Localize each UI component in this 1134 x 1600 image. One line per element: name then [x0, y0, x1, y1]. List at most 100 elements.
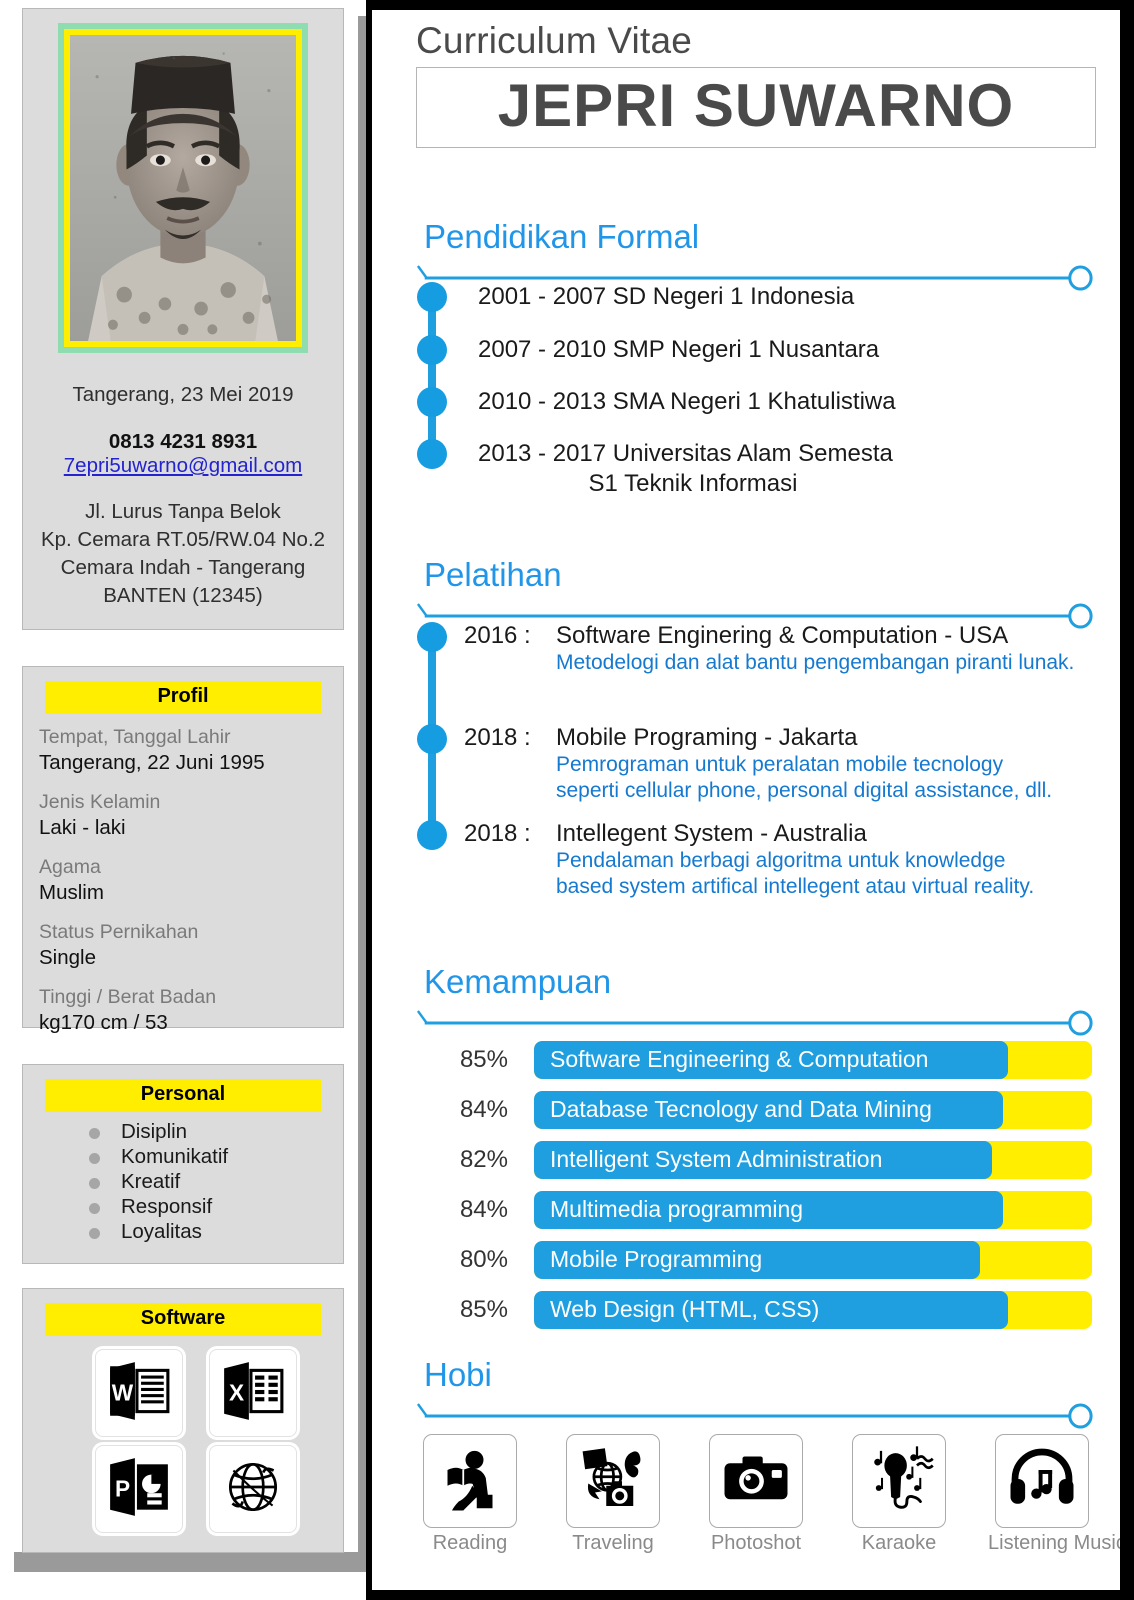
- list-item: Disiplin: [85, 1119, 228, 1144]
- skill-track: Mobile Programming: [534, 1241, 1092, 1279]
- skill-track: Multimedia programming: [534, 1191, 1092, 1229]
- hobby-item-reading: Reading: [416, 1434, 524, 1555]
- training-desc-line: seperti cellular phone, personal digital…: [556, 779, 1053, 802]
- skill-percent: 84%: [459, 1196, 508, 1223]
- hobby-item-karaoke: Karaoke: [845, 1434, 953, 1555]
- word-icon: W: [106, 1358, 172, 1429]
- section-title-skills: Kemampuan: [424, 963, 612, 1000]
- profil-field: Jenis Kelamin Laki - laki: [39, 790, 329, 841]
- education-timeline: 2001 - 2007 SD Negeri 1 Indonesia 2007 -…: [417, 282, 1068, 499]
- timeline-item: 2013 - 2017 Universitas Alam Semesta S1 …: [417, 439, 1068, 499]
- skill-label: Web Design (HTML, CSS): [550, 1296, 820, 1322]
- section-title-education: Pendidikan Formal: [424, 218, 700, 255]
- personal-title: Personal: [45, 1079, 321, 1112]
- timeline-item: 2016 : Software Enginering & Computation…: [417, 622, 1088, 724]
- main-panel: Curriculum Vitae JEPRI SUWARNO Pendidika…: [366, 0, 1134, 1600]
- profil-field-value: Single: [39, 946, 96, 969]
- skill-percent: 80%: [459, 1246, 508, 1273]
- software-card: Software W X P: [22, 1288, 344, 1553]
- profil-title: Profil: [45, 681, 321, 714]
- address-line: BANTEN (12345): [103, 584, 263, 607]
- hobby-label: Photoshot: [710, 1532, 802, 1554]
- hobby-tile: [995, 1434, 1089, 1528]
- reading-icon: [434, 1443, 506, 1520]
- section-rule: [416, 1007, 1094, 1037]
- profil-field: Tempat, Tanggal Lahir Tangerang, 22 Juni…: [39, 725, 329, 776]
- profil-field: Agama Muslim: [39, 855, 329, 906]
- training-year: 2018 :: [464, 724, 531, 751]
- skill-row: 85% Software Engineering & Computation: [416, 1041, 1092, 1081]
- software-tile-powerpoint: P: [95, 1445, 183, 1533]
- hobby-tile: [852, 1434, 946, 1528]
- training-year: 2016 :: [464, 622, 531, 649]
- skill-percent: 82%: [459, 1146, 508, 1173]
- profil-field-value: Muslim: [39, 881, 104, 904]
- profil-field: Tinggi / Berat Badan kg170 cm / 53: [39, 985, 329, 1036]
- hobby-tile: [423, 1434, 517, 1528]
- training-desc-line: Pendalaman berbagi algoritma untuk knowl…: [556, 849, 1006, 872]
- training-desc-line: Metodelogi dan alat bantu pengembangan p…: [556, 651, 1075, 674]
- address-line: Cemara Indah - Tangerang: [60, 556, 306, 579]
- skill-row: 84% Multimedia programming: [416, 1191, 1092, 1231]
- profil-field-value: Laki - laki: [39, 816, 126, 839]
- profil-field-value: Tangerang, 22 Juni 1995: [39, 751, 265, 774]
- education-entry-sub: S1 Teknik Informasi: [588, 470, 798, 497]
- section-title-training: Pelatihan: [424, 556, 562, 593]
- contact-place-date: Tangerang, 23 Mei 2019: [72, 383, 294, 406]
- contact-block: Tangerang, 23 Mei 2019 0813 4231 8931 7e…: [23, 381, 343, 610]
- cv-sheet: Curriculum Vitae JEPRI SUWARNO Pendidika…: [372, 10, 1120, 1590]
- timeline-item: 2010 - 2013 SMA Negeri 1 Khatulistiwa: [417, 387, 1068, 439]
- address-line: Jl. Lurus Tanpa Belok: [85, 500, 281, 523]
- skill-row: 80% Mobile Programming: [416, 1241, 1092, 1281]
- contact-address: Jl. Lurus Tanpa Belok Kp. Cemara RT.05/R…: [23, 498, 343, 610]
- skill-label: Multimedia programming: [550, 1196, 804, 1222]
- contact-email-link[interactable]: 7epri5uwarno@gmail.com: [64, 454, 302, 478]
- hobby-tile: [566, 1434, 660, 1528]
- section-rule: [416, 1400, 1094, 1430]
- skill-label: Database Tecnology and Data Mining: [550, 1096, 932, 1122]
- training-title: Mobile Programing - Jakarta: [556, 724, 858, 751]
- education-entry: 2001 - 2007 SD Negeri 1 Indonesia: [478, 283, 855, 310]
- software-tile-internet: [209, 1445, 297, 1533]
- skill-label: Software Engineering & Computation: [550, 1046, 929, 1072]
- training-timeline: 2016 : Software Enginering & Computation…: [417, 622, 1088, 916]
- hobby-item-traveling: Traveling: [559, 1434, 667, 1555]
- list-item: Kreatif: [85, 1169, 228, 1194]
- hobby-label: Karaoke: [861, 1532, 937, 1554]
- skill-track: Database Tecnology and Data Mining: [534, 1091, 1092, 1129]
- training-year: 2018 :: [464, 820, 531, 847]
- list-item: Loyalitas: [85, 1219, 228, 1244]
- svg-text:P: P: [115, 1475, 130, 1501]
- profil-card: Profil Tempat, Tanggal Lahir Tangerang, …: [22, 666, 344, 1034]
- sidebar-shadow-right: [358, 16, 366, 1568]
- training-desc-line: based system artifical intellegent atau …: [556, 875, 1035, 898]
- training-title: Intellegent System - Australia: [556, 820, 867, 847]
- skill-label: Mobile Programming: [550, 1246, 763, 1272]
- list-item: Komunikatif: [85, 1144, 228, 1169]
- page-title: JEPRI SUWARNO: [497, 72, 1015, 139]
- microphone-icon: [863, 1443, 935, 1520]
- training-title: Software Enginering & Computation - USA: [556, 622, 1009, 649]
- hobby-item-listening-music: Listening Music: [988, 1434, 1120, 1555]
- timeline-item: 2018 : Mobile Programing - Jakarta Pemro…: [417, 724, 1088, 820]
- timeline-item: 2018 : Intellegent System - Australia Pe…: [417, 820, 1088, 916]
- hobby-label: Traveling: [572, 1532, 654, 1554]
- profil-field-label: Tinggi / Berat Badan: [39, 986, 217, 1008]
- cv-page: Tangerang, 23 Mei 2019 0813 4231 8931 7e…: [0, 0, 1134, 1600]
- training-desc-line: Pemrograman untuk peralatan mobile tecno…: [556, 753, 1004, 776]
- traveling-icon: [577, 1443, 649, 1520]
- headphones-icon: [1006, 1443, 1078, 1520]
- profil-field-label: Agama: [39, 856, 101, 878]
- personal-card: Personal Disiplin Komunikatif Kreatif Re…: [22, 1064, 344, 1264]
- page-subtitle: Curriculum Vitae: [416, 20, 693, 61]
- profil-field-value: kg170 cm / 53: [39, 1011, 168, 1034]
- address-line: Kp. Cemara RT.05/RW.04 No.2: [40, 528, 326, 551]
- software-tile-word: W: [95, 1349, 183, 1437]
- profil-field-label: Tempat, Tanggal Lahir: [39, 726, 231, 748]
- timeline-item: 2001 - 2007 SD Negeri 1 Indonesia: [417, 282, 1068, 335]
- skill-percent: 84%: [459, 1096, 508, 1123]
- profil-field-label: Status Pernikahan: [39, 921, 199, 943]
- contact-phone[interactable]: 0813 4231 8931: [23, 430, 343, 454]
- software-tile-excel: X: [209, 1349, 297, 1437]
- photo-frame-yellow: [64, 29, 302, 347]
